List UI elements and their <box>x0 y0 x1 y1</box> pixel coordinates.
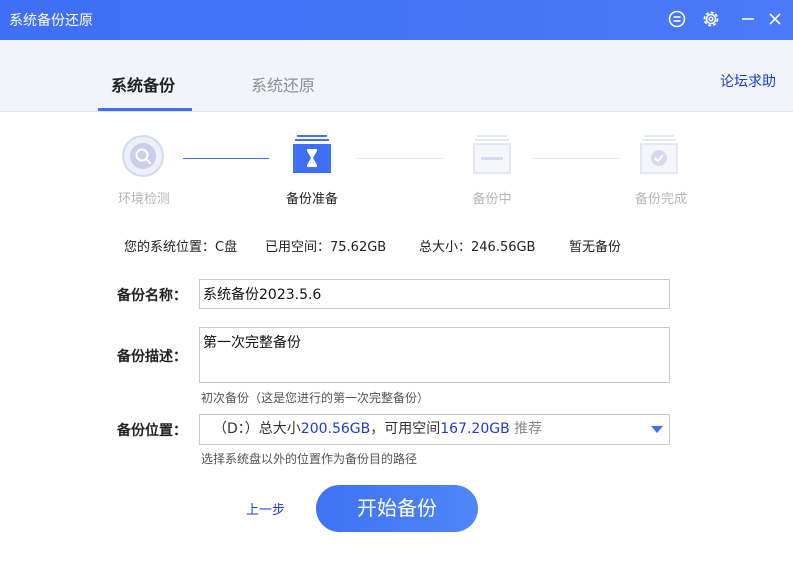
start-backup-button[interactable]: 开始备份 <box>316 485 478 532</box>
step-connector-3 <box>533 158 619 159</box>
backup-status-text: 暂无备份 <box>569 240 622 255</box>
system-location-text: 您的系统位置：C盘 <box>124 240 238 255</box>
step-label-backing-up: 备份中 <box>472 192 512 207</box>
step-label-backup-complete: 备份完成 <box>634 192 687 207</box>
title-bar: 系统备份还原 <box>0 0 793 40</box>
location-prefix: （D：）总大小 <box>213 421 301 437</box>
tab-bar: 系统备份 系统还原 论坛求助 <box>0 40 793 112</box>
backup-location-hint: 选择系统盘以外的位置作为备份目的路径 <box>201 452 418 466</box>
location-recommended-tag: 推荐 <box>509 421 543 437</box>
location-total-size: 200.56GB <box>300 421 371 437</box>
step-label-backup-preparation: 备份准备 <box>285 192 338 207</box>
backup-name-input[interactable] <box>199 279 670 309</box>
location-free-space: 167.20GB <box>440 421 510 437</box>
step-connector-2 <box>357 158 443 159</box>
feedback-icon[interactable] <box>667 9 687 29</box>
backup-location-select[interactable]: （D：）总大小200.56GB，可用空间167.20GB 推荐 <box>199 414 670 445</box>
backup-description-label: 备份描述： <box>117 349 187 365</box>
backup-description-hint: 初次备份（这是您进行的第一次完整备份） <box>201 391 430 405</box>
close-icon[interactable] <box>765 9 785 29</box>
minimize-icon[interactable] <box>738 9 758 29</box>
tab-system-backup[interactable]: 系统备份 <box>111 72 175 96</box>
dropdown-caret-icon[interactable] <box>651 426 663 433</box>
backup-location-label: 备份位置： <box>117 423 187 439</box>
environment-check-icon <box>121 134 165 182</box>
total-size-text: 总大小：246.56GB <box>419 240 536 255</box>
previous-step-button[interactable]: 上一步 <box>246 499 285 518</box>
step-label-environment-check: 环境检测 <box>117 192 170 207</box>
hourglass-icon <box>293 135 331 179</box>
backup-name-label: 备份名称： <box>117 288 187 304</box>
step-connector-1 <box>183 158 269 159</box>
location-mid: ，可用空间 <box>370 421 441 437</box>
backup-progress-icon <box>473 135 511 179</box>
backup-description-input[interactable]: 第一次完整备份 <box>199 327 670 383</box>
backup-complete-icon <box>640 135 678 179</box>
tab-system-restore[interactable]: 系统还原 <box>251 72 315 96</box>
forum-help-link[interactable]: 论坛求助 <box>720 71 776 91</box>
active-tab-indicator <box>98 108 192 111</box>
window-title: 系统备份还原 <box>9 13 93 29</box>
gear-icon[interactable] <box>701 9 721 29</box>
used-space-text: 已用空间：75.62GB <box>265 240 387 255</box>
